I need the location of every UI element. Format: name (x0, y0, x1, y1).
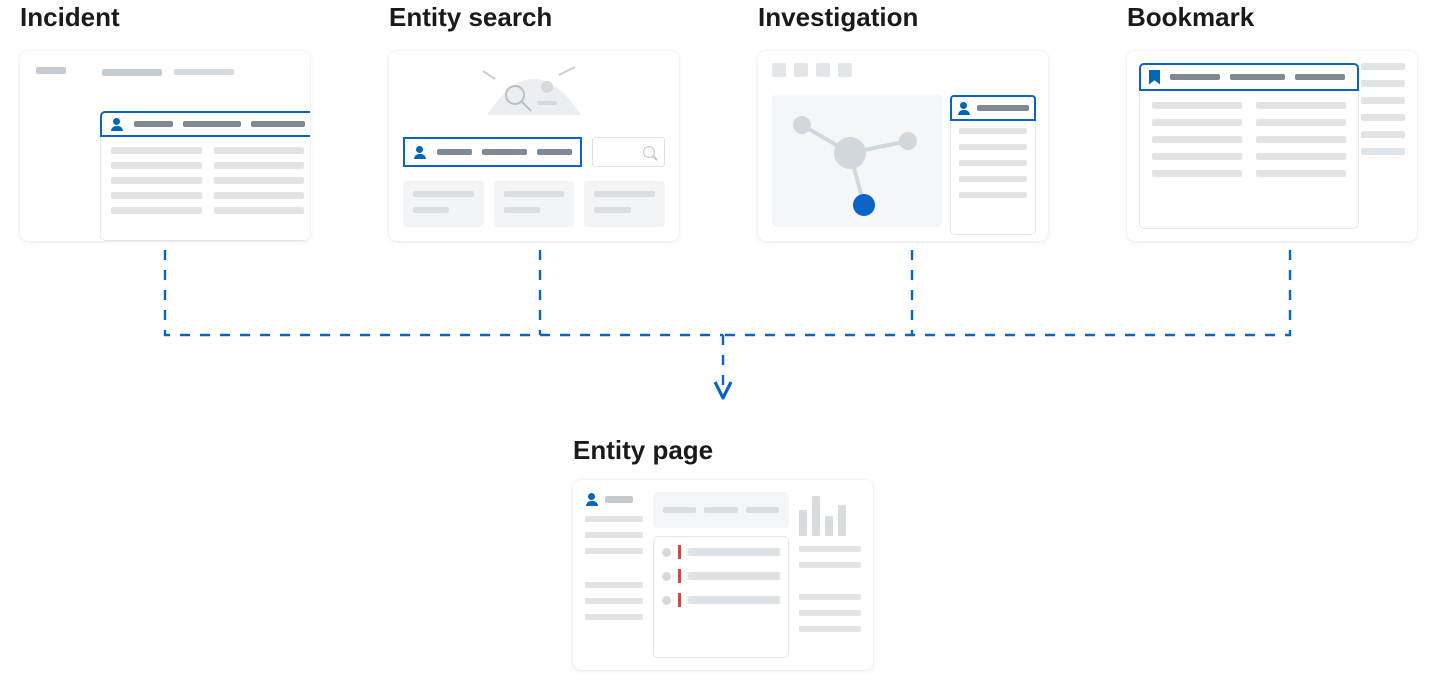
entity-search-suggestions (403, 181, 665, 227)
search-illustration-icon (477, 57, 591, 123)
source-incident-label: Incident (20, 2, 319, 33)
alert-row[interactable] (662, 569, 780, 583)
alert-row[interactable] (662, 545, 780, 559)
entity-page-alert-list (653, 536, 789, 658)
source-bookmark-label: Bookmark (1127, 2, 1426, 33)
entity-search-bar-row (403, 137, 665, 167)
bar-chart-icon (799, 492, 861, 536)
person-icon (585, 492, 599, 506)
investigation-entity-row[interactable] (950, 95, 1036, 121)
investigation-graph[interactable] (772, 95, 942, 227)
source-investigation-label: Investigation (758, 2, 1057, 33)
incident-entity-row[interactable] (100, 111, 310, 137)
source-entity-search-label: Entity search (389, 2, 688, 33)
person-icon (957, 101, 971, 115)
alert-severity-icon (678, 545, 681, 559)
incident-sidebar (30, 63, 90, 123)
entity-page-card (573, 480, 873, 670)
bookmark-card (1127, 51, 1417, 241)
suggestion-card[interactable] (403, 181, 484, 227)
source-investigation: Investigation (758, 2, 1057, 241)
alert-severity-icon (678, 593, 681, 607)
search-input[interactable] (592, 137, 665, 167)
incident-header (102, 63, 292, 103)
bookmark-side-list (1361, 63, 1405, 155)
investigation-side-panel (950, 95, 1036, 235)
incident-details-grid (101, 147, 310, 214)
suggestion-card[interactable] (494, 181, 575, 227)
target-entity-page-label: Entity page (573, 435, 873, 466)
person-icon (110, 117, 124, 131)
incident-card (20, 51, 310, 241)
target-entity-page: Entity page (573, 435, 873, 670)
entity-page-sidebar (585, 492, 643, 658)
source-incident: Incident (20, 2, 319, 241)
person-icon (413, 145, 427, 159)
entity-page-insights (799, 492, 861, 658)
incident-inner-panel (100, 111, 310, 241)
entity-search-result[interactable] (403, 137, 582, 167)
entity-page-main (653, 492, 789, 658)
sources-row: Incident (0, 0, 1446, 241)
entity-page-header-bar (653, 492, 789, 528)
suggestion-card[interactable] (584, 181, 665, 227)
bookmark-entity-row[interactable] (1139, 63, 1359, 91)
investigation-card (758, 51, 1048, 241)
alert-severity-icon (678, 569, 681, 583)
investigation-window-controls (758, 51, 1048, 77)
selected-node-icon (853, 194, 875, 216)
bookmark-icon (1149, 70, 1160, 85)
source-bookmark: Bookmark (1127, 2, 1426, 241)
source-entity-search: Entity search (389, 2, 688, 241)
alert-row[interactable] (662, 593, 780, 607)
entity-search-card (389, 51, 679, 241)
bookmark-main-panel (1139, 63, 1359, 229)
